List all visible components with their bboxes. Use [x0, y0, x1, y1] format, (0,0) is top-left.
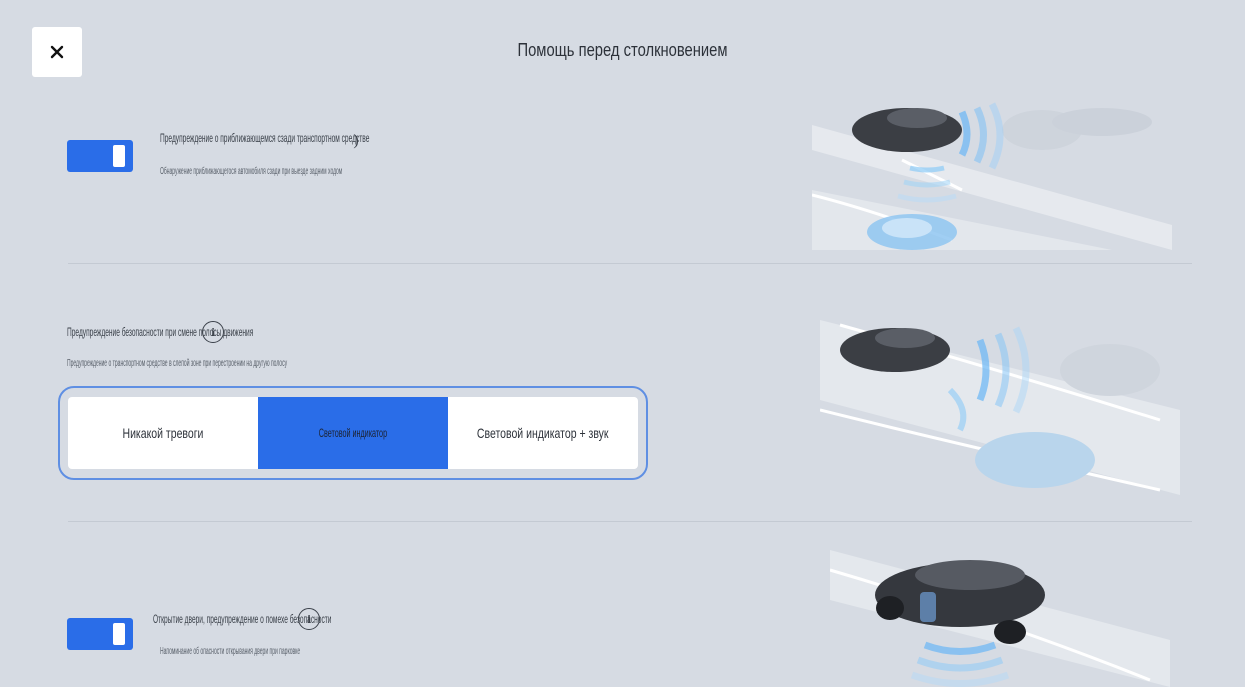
close-icon: [50, 45, 64, 59]
alert-mode-options: Никакой тревоги Световой индикатор Свето…: [68, 397, 638, 469]
rear-traffic-alert-toggle[interactable]: [67, 140, 133, 172]
lane-change-alert-label: Предупреждение безопасности при смене по…: [67, 325, 254, 339]
section-divider: [68, 263, 1192, 264]
lane-change-illustration: [820, 320, 1180, 495]
door-open-alert-toggle[interactable]: [67, 618, 133, 650]
option-light-indicator[interactable]: Световой индикатор: [258, 397, 448, 469]
rear-traffic-alert-description: Обнаружение приближающегося автомобиля с…: [160, 166, 343, 177]
option-label: Световой индикатор: [318, 426, 388, 440]
option-label: Никакой тревоги: [122, 425, 204, 441]
info-icon[interactable]: ): [345, 130, 367, 152]
door-open-alert-description: Напоминание об опасности открывания двер…: [160, 646, 301, 657]
info-icon[interactable]: i: [298, 608, 320, 630]
door-open-illustration: [830, 550, 1170, 687]
lane-change-alert-description: Предупреждение о транспортном средстве в…: [67, 358, 288, 369]
section-divider: [68, 521, 1192, 522]
close-button[interactable]: [32, 27, 82, 77]
header-bar: Помощь перед столкновением: [0, 0, 1245, 100]
info-icon[interactable]: i: [202, 321, 224, 343]
rear-traffic-alert-label: Предупреждение о приближающемся сзади тр…: [160, 131, 370, 145]
option-label: Световой индикатор + звук: [477, 425, 609, 441]
option-no-alert[interactable]: Никакой тревоги: [68, 397, 258, 469]
toggle-knob: [113, 623, 125, 645]
toggle-knob: [113, 145, 125, 167]
page-title: Помощь перед столкновением: [517, 40, 728, 60]
option-light-and-sound[interactable]: Световой индикатор + звук: [448, 397, 638, 469]
rear-traffic-illustration: [812, 102, 1172, 250]
